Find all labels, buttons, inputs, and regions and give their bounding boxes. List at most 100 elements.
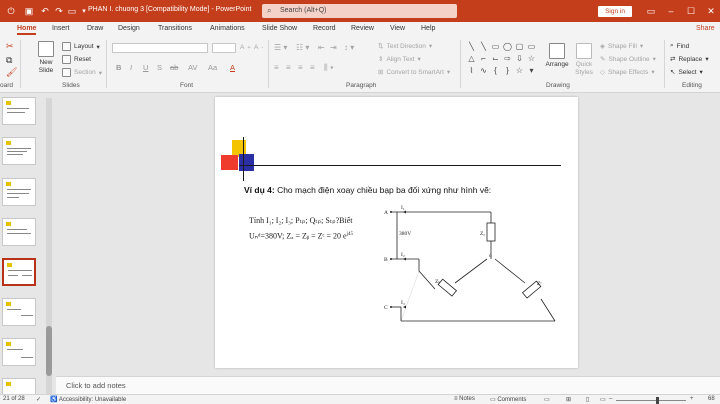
increase-indent-icon[interactable]: ⇥ [330, 43, 337, 52]
slide-thumbnail[interactable] [2, 298, 36, 326]
slide-thumbnail[interactable] [2, 378, 36, 394]
format-painter-icon[interactable]: 🖌 [6, 67, 17, 78]
bullets-icon[interactable]: ☰ ▾ [274, 43, 287, 52]
tab-record[interactable]: Record [313, 25, 336, 32]
font-name-select[interactable] [112, 43, 208, 53]
arrange-button[interactable]: Arrange [544, 43, 570, 69]
shape-fill-button[interactable]: ◈ Shape Fill ▾ [600, 42, 643, 51]
numbering-icon[interactable]: ☷ ▾ [296, 43, 309, 52]
increase-font-icon[interactable]: A + [240, 44, 251, 51]
slide-thumbnail[interactable] [2, 218, 36, 246]
line-spacing-icon[interactable]: ↕ ▾ [344, 43, 354, 52]
autosave-toggle-icon[interactable]: ⏻ [4, 5, 18, 17]
arrow-down-shape-icon[interactable]: ⇩ [514, 53, 525, 64]
slide-canvas[interactable]: Ví dụ 4: Cho mạch điện xoay chiều bạp ba… [215, 97, 578, 368]
comments-button[interactable]: ▭ Comments [490, 396, 526, 403]
curve-shape-icon[interactable]: ∿ [478, 65, 489, 76]
slide-sorter-icon[interactable]: ⊞ [566, 396, 571, 403]
underline-button[interactable]: U [143, 63, 148, 72]
rectangle-shape-icon[interactable]: ▭ [490, 41, 501, 52]
tab-view[interactable]: View [390, 25, 405, 32]
zoom-level[interactable]: 68 [708, 396, 715, 402]
find-button[interactable]: ⌕ Find [670, 42, 689, 50]
copy-icon[interactable]: ⧉ [6, 55, 12, 66]
tab-slide-show[interactable]: Slide Show [262, 25, 297, 32]
italic-button[interactable]: I [130, 63, 132, 72]
oval-shape-icon[interactable]: ◯ [502, 41, 513, 52]
align-center-icon[interactable]: ≡ [286, 63, 291, 72]
normal-view-icon[interactable]: ▭ [544, 396, 550, 403]
columns-icon[interactable]: ⫼ ▾ [324, 63, 334, 73]
zoom-in-icon[interactable]: + [690, 396, 694, 402]
star-shape-icon[interactable]: ☆ [514, 65, 525, 76]
section-button[interactable]: Section ▾ [62, 68, 102, 77]
tab-animations[interactable]: Animations [210, 25, 245, 32]
decrease-indent-icon[interactable]: ⇤ [318, 43, 325, 52]
connector-shape-icon[interactable]: ⌙ [490, 53, 501, 64]
ribbon-display-icon[interactable]: ▭ [644, 4, 658, 18]
font-color-button[interactable]: A [230, 63, 235, 72]
slide-heading[interactable]: Ví dụ 4: Cho mạch điện xoay chiều bạp ba… [244, 185, 491, 195]
character-spacing-button[interactable]: AV [188, 63, 197, 72]
slide-thumbnail-selected[interactable] [2, 258, 36, 286]
zoom-slider-handle[interactable] [656, 397, 659, 404]
justify-icon[interactable]: ≡ [310, 63, 315, 72]
zoom-slider[interactable] [616, 400, 686, 401]
rectangle-shape-icon[interactable]: ▭ [526, 41, 537, 52]
slide-thumbnail[interactable] [2, 178, 36, 206]
spellcheck-icon[interactable]: ✓ [36, 396, 41, 403]
brace-left-shape-icon[interactable]: { [490, 65, 501, 76]
layout-button[interactable]: Layout ▾ [62, 42, 100, 51]
notes-pane[interactable]: Click to add notes [56, 376, 720, 394]
share-button[interactable]: Share [696, 25, 715, 32]
change-case-button[interactable]: Aa [208, 63, 217, 72]
align-left-icon[interactable]: ≡ [274, 63, 279, 72]
tab-review[interactable]: Review [351, 25, 374, 32]
font-size-select[interactable] [212, 43, 236, 53]
select-button[interactable]: ↖ Select ▾ [670, 68, 703, 77]
thumbnail-scrollbar[interactable] [46, 98, 52, 398]
tab-transitions[interactable]: Transitions [158, 25, 192, 32]
tab-help[interactable]: Help [421, 25, 435, 32]
strikethrough-button[interactable]: ab [170, 63, 178, 72]
align-right-icon[interactable]: ≡ [298, 63, 303, 72]
tab-home[interactable]: Home [17, 25, 37, 35]
tab-design[interactable]: Design [118, 25, 140, 32]
brace-right-shape-icon[interactable]: } [502, 65, 513, 76]
search-input[interactable]: ⌕ Search (Alt+Q) [262, 4, 457, 18]
freeform-shape-icon[interactable]: ⌇ [466, 65, 477, 76]
arrow-right-shape-icon[interactable]: ⇨ [502, 53, 513, 64]
align-text-button[interactable]: ⇕ Align Text ▾ [378, 55, 421, 64]
triangle-shape-icon[interactable]: △ [466, 53, 477, 64]
minimize-icon[interactable]: – [664, 4, 678, 18]
new-slide-button[interactable]: New Slide [34, 41, 58, 75]
quick-styles-button[interactable]: Quick Styles [572, 43, 596, 77]
star-shape-icon[interactable]: ☆ [526, 53, 537, 64]
scrollbar-thumb[interactable] [46, 326, 52, 376]
convert-smartart-button[interactable]: ⊞ Convert to SmartArt ▾ [378, 68, 450, 77]
slideshow-view-icon[interactable]: ▭ [600, 396, 606, 403]
reset-button[interactable]: Reset [62, 55, 91, 64]
close-icon[interactable]: ✕ [704, 4, 718, 18]
rounded-rectangle-shape-icon[interactable]: ▢ [514, 41, 525, 52]
cut-icon[interactable]: ✂ [6, 41, 14, 52]
zoom-out-icon[interactable]: – [609, 396, 612, 402]
connector-shape-icon[interactable]: ⌐ [478, 53, 489, 64]
decrease-font-icon[interactable]: A- [254, 44, 263, 51]
accessibility-status[interactable]: ♿ Accessibility: Unavailable [50, 396, 126, 403]
more-shapes-icon[interactable]: ▾ [526, 65, 537, 76]
slide-thumbnail[interactable] [2, 338, 36, 366]
notes-button[interactable]: ≡ Notes [454, 396, 475, 402]
line-shape-icon[interactable]: ╲ [466, 41, 477, 52]
slide-thumbnail[interactable] [2, 137, 36, 165]
circuit-diagram[interactable]: A B C I₁ I₂ I₃ 380V o Zₐ Zᵦ Zᶜ [381, 201, 561, 331]
slide-thumbnail[interactable] [2, 97, 36, 125]
save-icon[interactable]: ▣ [22, 5, 36, 17]
maximize-icon[interactable]: ☐ [684, 4, 698, 18]
tab-draw[interactable]: Draw [87, 25, 103, 32]
shadow-button[interactable]: S [157, 63, 162, 72]
bold-button[interactable]: B [116, 63, 121, 72]
sign-in-button[interactable]: Sign in [598, 6, 632, 17]
undo-icon[interactable]: ↶ [38, 5, 52, 17]
redo-icon[interactable]: ↷ [52, 5, 66, 17]
